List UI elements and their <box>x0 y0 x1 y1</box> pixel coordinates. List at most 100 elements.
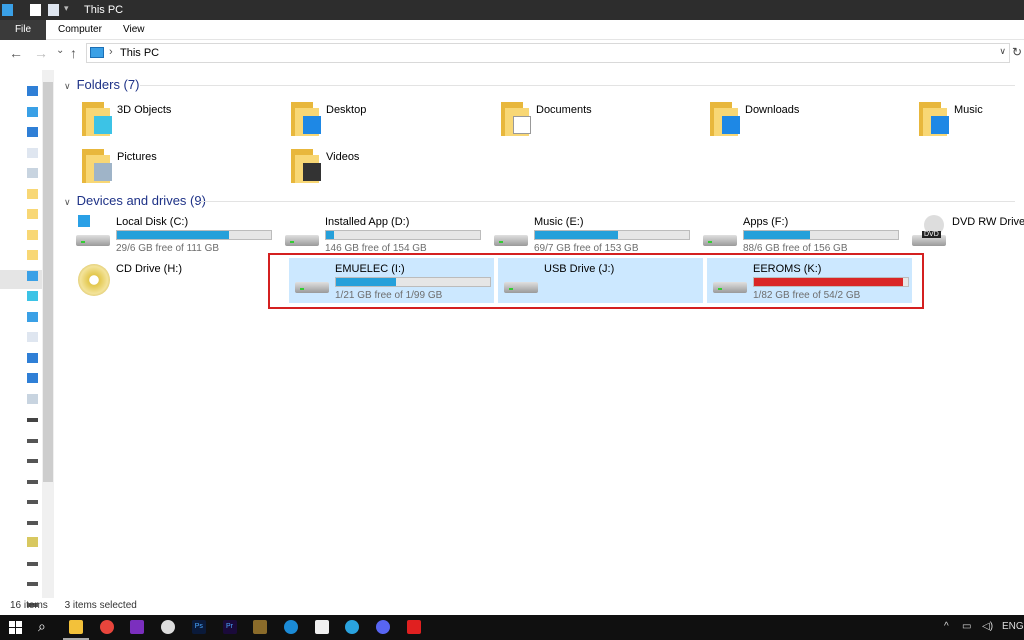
app-white-icon[interactable] <box>314 620 329 634</box>
status-bar: 16 items 3 items selected <box>10 600 137 611</box>
sidebar-item-icon[interactable] <box>27 188 38 199</box>
sidebar-item-icon[interactable] <box>27 168 38 178</box>
folder-item[interactable]: Documents <box>497 100 702 144</box>
network-icon[interactable]: ▭ <box>962 621 971 632</box>
properties-icon[interactable] <box>30 4 41 16</box>
tab-view[interactable]: View <box>113 20 155 40</box>
drive-usage-bar <box>325 230 481 240</box>
drive-usage-fill <box>535 231 619 239</box>
title-bar: ▾ This PC <box>0 0 1024 20</box>
sidebar-item-icon[interactable] <box>27 291 38 301</box>
window-title: This PC <box>84 4 124 16</box>
language-indicator[interactable]: ENG <box>1002 621 1024 632</box>
address-dropdown-button[interactable]: ∨ <box>999 46 1006 57</box>
game-app-icon[interactable] <box>253 620 268 634</box>
search-icon[interactable]: ⌕ <box>38 618 46 635</box>
breadcrumb-this-pc[interactable]: This PC <box>120 47 159 59</box>
sidebar-item-icon[interactable] <box>27 438 38 443</box>
drive-label: DVD RW Drive (G:) <box>952 216 1024 228</box>
sidebar-item-icon[interactable] <box>27 520 38 525</box>
tab-computer[interactable]: Computer <box>48 20 112 40</box>
folder-item[interactable]: Pictures <box>78 147 283 191</box>
sidebar-item-icon[interactable] <box>27 250 38 260</box>
sidebar-item-icon[interactable] <box>27 106 38 117</box>
customize-qat-icon[interactable]: ▾ <box>64 3 69 14</box>
drive-item[interactable]: Local Disk (C:) 29/6 GB free of 111 GB <box>70 211 275 256</box>
sidebar-item-icon[interactable] <box>27 270 38 281</box>
refresh-button[interactable]: ↻ <box>1012 45 1022 59</box>
system-drive-icon <box>76 215 110 247</box>
address-bar[interactable]: › This PC ∨ <box>86 43 1010 63</box>
sidebar-item-icon[interactable] <box>27 537 38 547</box>
app-v-icon[interactable] <box>283 620 298 634</box>
folder-label: Pictures <box>117 151 157 163</box>
volume-icon[interactable]: ◁) <box>982 621 993 632</box>
sidebar-item-icon[interactable] <box>27 500 38 504</box>
hard-drive-icon <box>703 229 737 247</box>
sidebar-item-icon[interactable] <box>27 561 38 566</box>
drive-item[interactable]: Apps (F:) 88/6 GB free of 156 GB <box>697 211 902 256</box>
folder-label: Videos <box>326 151 360 163</box>
group-header-devices[interactable]: ∨ Devices and drives (9) <box>64 193 206 208</box>
this-pc-icon <box>90 47 104 58</box>
sidebar-item-icon[interactable] <box>27 393 38 404</box>
sidebar-item-icon[interactable] <box>27 147 38 158</box>
recent-locations-button[interactable]: ⌄ <box>56 45 64 56</box>
tab-file[interactable]: File <box>0 20 46 40</box>
discord-icon[interactable] <box>376 620 390 634</box>
folder-label: Desktop <box>326 104 367 116</box>
group-title: Devices and drives (9) <box>76 193 206 208</box>
sidebar-item-icon[interactable] <box>27 352 38 363</box>
show-hidden-icons-button[interactable]: ^ <box>944 621 949 632</box>
sidebar-item-icon[interactable] <box>27 86 38 96</box>
dvd-badge: DVD <box>922 231 941 238</box>
group-header-folders[interactable]: ∨ Folders (7) <box>64 77 139 92</box>
sidebar-item-icon[interactable] <box>27 373 38 383</box>
back-button[interactable]: ← <box>9 45 23 61</box>
obs-icon[interactable] <box>161 620 176 634</box>
chevron-down-icon: ∨ <box>64 197 71 207</box>
drive-label: Apps (F:) <box>743 216 789 228</box>
videos-icon <box>289 149 321 183</box>
folder-item[interactable]: Downloads <box>706 100 911 144</box>
folder-item[interactable]: 3D Objects <box>78 100 283 144</box>
folder-item[interactable]: Desktop <box>287 100 492 144</box>
selection-count: 3 items selected <box>64 600 137 611</box>
premiere-icon[interactable]: Pr <box>222 620 237 634</box>
file-explorer-icon[interactable] <box>69 620 83 634</box>
sidebar-item-icon[interactable] <box>27 418 38 422</box>
photoshop-icon[interactable]: Ps <box>191 620 206 634</box>
forward-button[interactable]: → <box>34 45 48 61</box>
desktop-icon <box>289 102 321 136</box>
sidebar-item-icon[interactable] <box>27 311 38 322</box>
start-button[interactable] <box>9 621 22 634</box>
drive-item[interactable]: DVD DVD RW Drive (G:) <box>906 211 1024 256</box>
sidebar-item-icon[interactable] <box>27 127 38 137</box>
telegram-icon[interactable] <box>345 620 360 634</box>
folder-item[interactable]: Music <box>915 100 1024 144</box>
breadcrumb-separator[interactable]: › <box>109 46 113 58</box>
sidebar-item-icon[interactable] <box>27 479 38 484</box>
folder-item[interactable]: Videos <box>287 147 492 191</box>
music-icon <box>917 102 949 136</box>
sidebar-scrollbar-thumb[interactable] <box>43 82 53 482</box>
folder-label: 3D Objects <box>117 104 172 116</box>
app-purple-icon[interactable] <box>130 620 145 634</box>
sidebar-item-icon[interactable] <box>27 209 38 219</box>
sidebar-item-icon[interactable] <box>27 229 38 240</box>
up-button[interactable]: ↑ <box>70 45 77 61</box>
sidebar-item-icon[interactable] <box>27 332 38 342</box>
youtube-icon[interactable] <box>406 620 421 634</box>
sidebar-item-icon[interactable] <box>27 582 38 586</box>
drive-item[interactable]: Installed App (D:) 146 GB free of 154 GB <box>279 211 484 256</box>
pictures-icon <box>80 149 112 183</box>
new-folder-icon[interactable] <box>48 4 59 16</box>
cd-drive-icon <box>76 264 110 296</box>
drive-label: CD Drive (H:) <box>116 263 182 275</box>
drive-item[interactable]: Music (E:) 69/7 GB free of 153 GB <box>488 211 693 256</box>
sidebar-item-icon[interactable] <box>27 459 38 463</box>
drive-label: Music (E:) <box>534 216 584 228</box>
chrome-icon[interactable] <box>99 620 114 634</box>
navigation-pane[interactable] <box>0 70 56 607</box>
drive-item[interactable]: CD Drive (H:) <box>70 258 275 303</box>
